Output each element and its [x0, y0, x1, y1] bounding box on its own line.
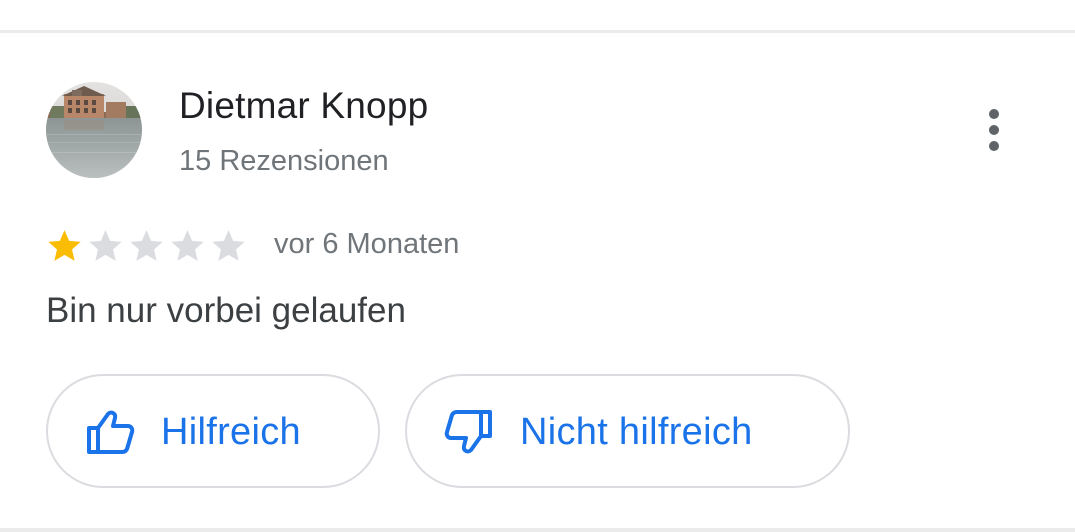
- bottom-divider: [0, 528, 1075, 532]
- star-empty-icon: [212, 230, 245, 261]
- star-empty-icon: [130, 230, 163, 261]
- not-helpful-label: Nicht hilfreich: [520, 411, 753, 453]
- thumb-up-icon: [87, 410, 135, 454]
- helpful-button[interactable]: Hilfreich: [46, 374, 380, 488]
- avatar-photo: [46, 82, 142, 178]
- review-text: Bin nur vorbei gelaufen: [46, 291, 406, 330]
- not-helpful-button[interactable]: Nicht hilfreich: [405, 374, 850, 488]
- thumb-down-icon: [444, 410, 492, 454]
- more-vert-icon: [989, 109, 999, 151]
- reviewer-avatar[interactable]: [46, 82, 142, 178]
- star-empty-icon: [171, 230, 204, 261]
- star-filled-icon: [48, 230, 81, 261]
- top-divider: [0, 30, 1075, 33]
- reviewer-review-count[interactable]: 15 Rezensionen: [179, 142, 389, 180]
- helpful-label: Hilfreich: [161, 411, 301, 453]
- star-rating: [44, 226, 249, 266]
- reviewer-name[interactable]: Dietmar Knopp: [179, 82, 428, 130]
- review-date: vor 6 Monaten: [274, 228, 460, 260]
- more-options-button[interactable]: [970, 102, 1018, 158]
- star-empty-icon: [89, 230, 122, 261]
